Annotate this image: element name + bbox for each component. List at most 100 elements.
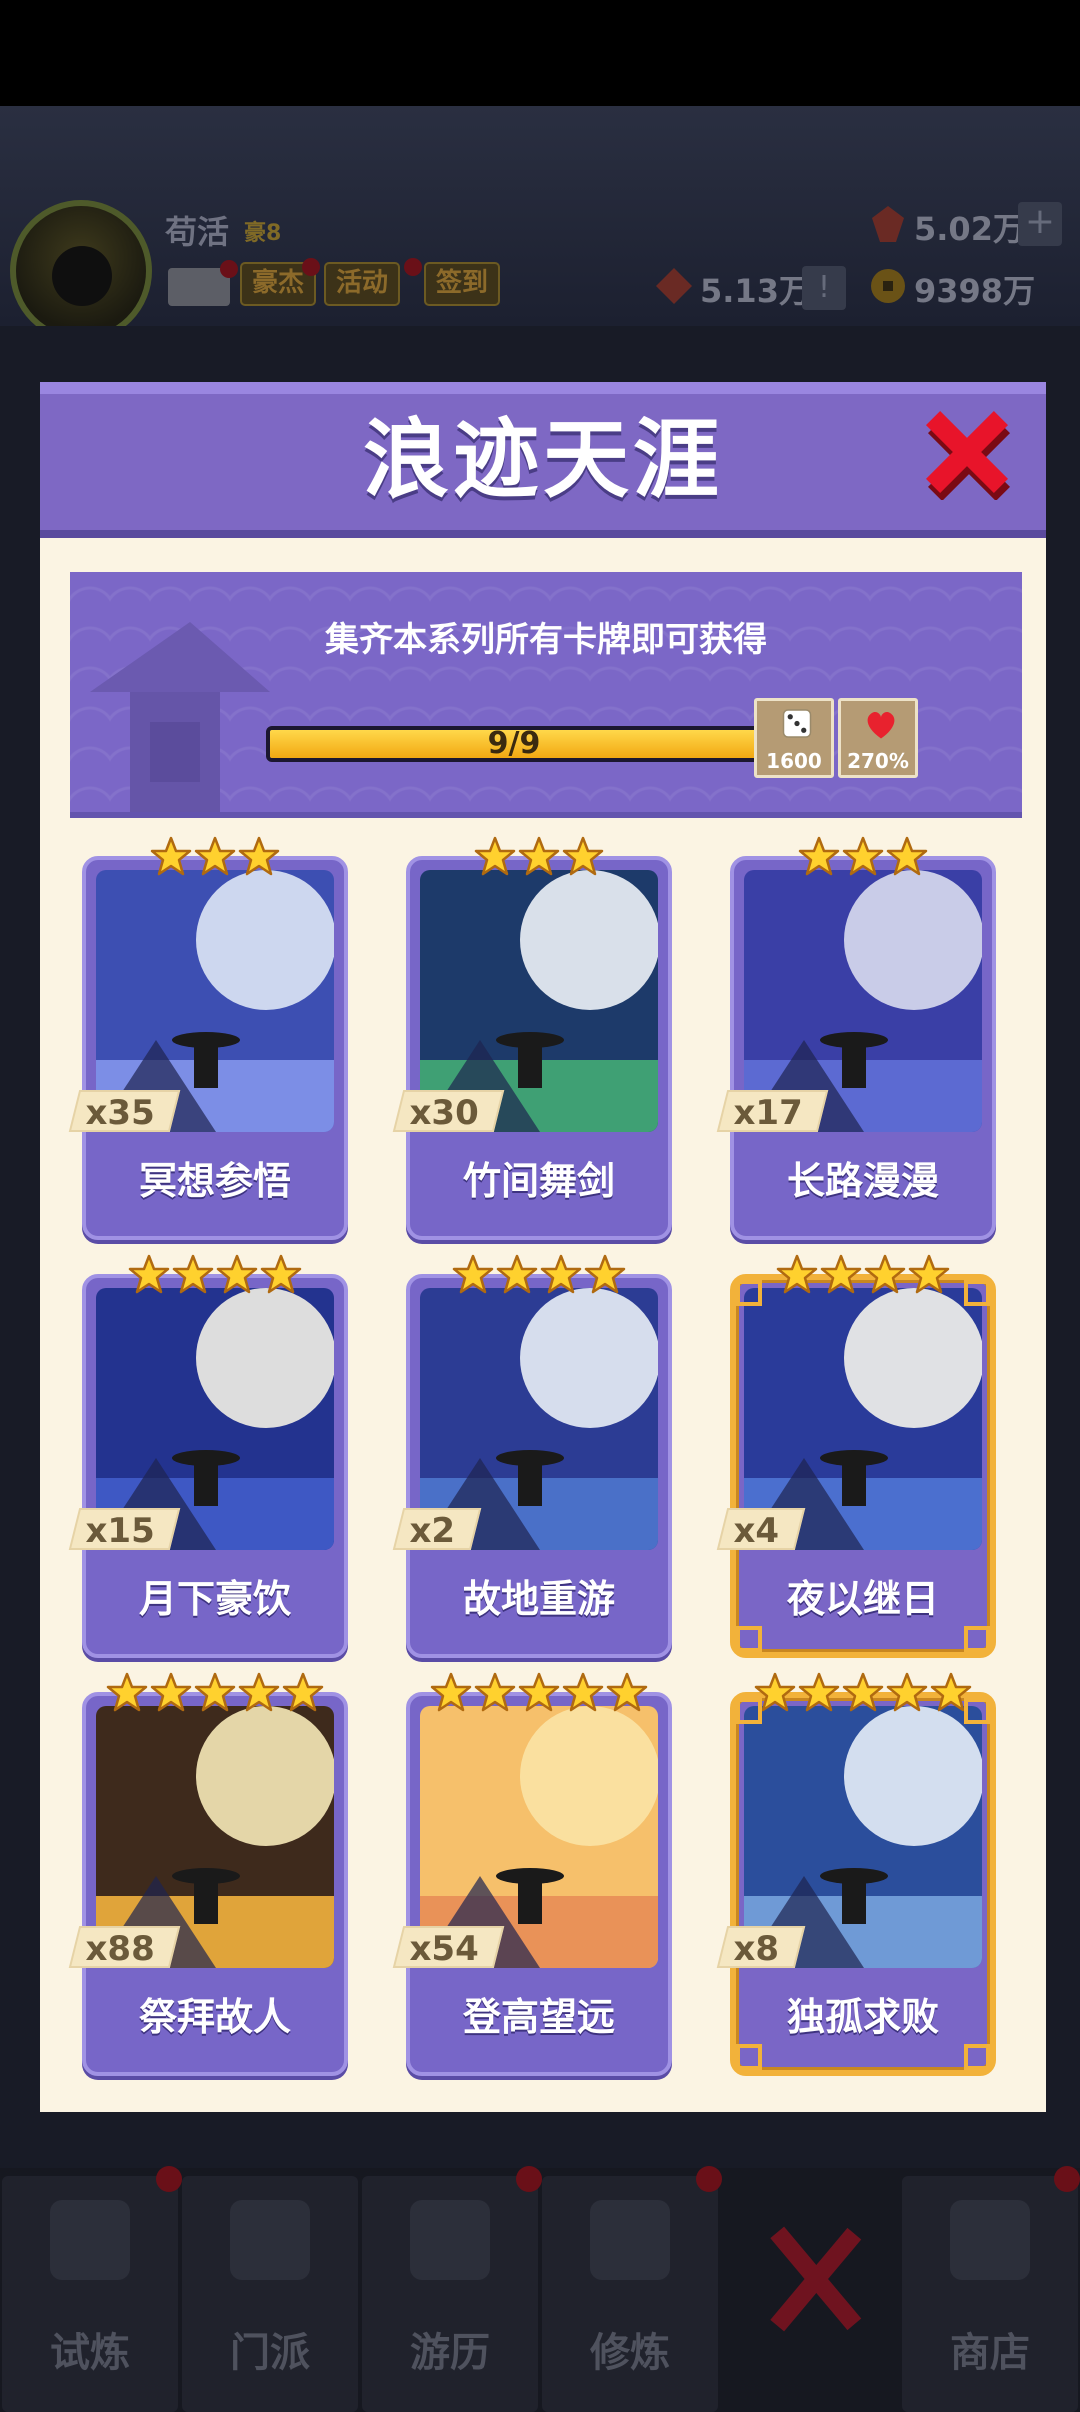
star-icon xyxy=(128,1254,170,1294)
collection-card[interactable]: x4 夜以继日 xyxy=(716,1254,996,1658)
nav-trial-label: 试炼 xyxy=(50,2330,130,2376)
mail-notification-dot xyxy=(220,260,238,278)
close-icon[interactable] xyxy=(922,410,1012,500)
card-count: x54 xyxy=(409,1929,479,1969)
star-icon xyxy=(150,836,192,876)
star-icon xyxy=(864,1254,906,1294)
card-count-badge: x4 xyxy=(716,1508,805,1551)
nav-cultivate[interactable]: 修炼 xyxy=(542,2176,718,2412)
events-button[interactable]: 活动 xyxy=(324,262,401,306)
card-count-badge: x2 xyxy=(392,1508,481,1551)
player-avatar[interactable] xyxy=(10,200,152,342)
card-count: x35 xyxy=(85,1093,155,1133)
set-reward-banner xyxy=(70,572,1022,818)
card-stars xyxy=(82,1672,348,1716)
card-count-badge: x8 xyxy=(716,1926,805,1969)
star-icon xyxy=(474,1672,516,1712)
card-count-badge: x35 xyxy=(68,1090,181,1133)
nav-shop-label: 商店 xyxy=(950,2330,1030,2376)
card-count: x15 xyxy=(85,1511,155,1551)
card-stars xyxy=(82,1254,348,1298)
card-stars xyxy=(82,836,348,880)
nav-trial[interactable]: 试炼 xyxy=(2,2176,178,2412)
card-name: 独孤求败 xyxy=(786,1995,939,2039)
star-icon xyxy=(496,1254,538,1294)
reward-heart-value: 270% xyxy=(847,749,909,773)
reward-dice[interactable]: 1600 xyxy=(754,698,834,778)
star-icon xyxy=(238,836,280,876)
card-stars xyxy=(406,836,672,880)
star-icon xyxy=(562,1672,604,1712)
card-count-badge: x88 xyxy=(68,1926,181,1969)
card-name: 故地重游 xyxy=(462,1577,615,1621)
star-icon xyxy=(474,836,516,876)
nav-trial-dot xyxy=(156,2166,182,2192)
gem-count: 5.02万 xyxy=(914,210,1025,248)
card-count-badge: x54 xyxy=(392,1926,505,1969)
card-name: 竹间舞剑 xyxy=(462,1159,615,1203)
card-count: x4 xyxy=(733,1511,780,1551)
star-icon xyxy=(908,1254,950,1294)
card-count-badge: x30 xyxy=(392,1090,505,1133)
card-count: x8 xyxy=(733,1929,780,1969)
card-count-badge: x17 xyxy=(716,1090,829,1133)
add-gems-button[interactable]: + xyxy=(1018,202,1062,246)
star-icon xyxy=(194,1672,236,1712)
star-icon xyxy=(430,1672,472,1712)
star-icon xyxy=(842,1672,884,1712)
star-icon xyxy=(798,836,840,876)
star-icon xyxy=(106,1672,148,1712)
star-icon xyxy=(886,836,928,876)
banner-description: 集齐本系列所有卡牌即可获得 xyxy=(325,620,767,660)
heroes-notification-dot xyxy=(302,258,320,276)
nav-close-icon[interactable] xyxy=(760,2214,870,2344)
nav-travel-dot xyxy=(516,2166,542,2192)
gold-corner-ornament xyxy=(964,1698,990,1724)
star-icon xyxy=(260,1254,302,1294)
checkin-button[interactable]: 签到 xyxy=(424,262,501,306)
reward-heart[interactable]: 270% xyxy=(838,698,918,778)
card-name: 冥想参悟 xyxy=(138,1159,291,1203)
nav-cultivate-label: 修炼 xyxy=(590,2330,670,2376)
gold-corner-ornament xyxy=(736,2044,762,2070)
card-count: x88 xyxy=(85,1929,155,1969)
collection-card[interactable]: x88 祭拜故人 xyxy=(68,1672,348,2076)
collection-card[interactable]: x8 独孤求败 xyxy=(716,1672,996,2076)
collection-card[interactable]: x30 竹间舞剑 xyxy=(392,836,672,1240)
star-icon xyxy=(584,1254,626,1294)
collection-card[interactable]: x54 登高望远 xyxy=(392,1672,672,2076)
gold-corner-ornament xyxy=(736,1280,762,1306)
collection-card[interactable]: x15 月下豪饮 xyxy=(68,1254,348,1658)
nav-sect-label: 门派 xyxy=(230,2330,310,2376)
star-icon xyxy=(820,1254,862,1294)
star-icon xyxy=(452,1254,494,1294)
star-icon xyxy=(172,1254,214,1294)
trial-icon xyxy=(50,2200,130,2280)
collection-card[interactable]: x2 故地重游 xyxy=(392,1254,672,1658)
card-count: x17 xyxy=(733,1093,803,1133)
star-icon xyxy=(150,1672,192,1712)
power-icon xyxy=(656,268,692,304)
avatar-face xyxy=(52,246,112,306)
star-icon xyxy=(842,836,884,876)
game-screen: 苟活 豪8 豪杰 活动 签到 5.02万 + 5.13万 ! 9398万 试炼 … xyxy=(0,0,1080,2412)
card-name: 长路漫漫 xyxy=(786,1159,939,1203)
star-icon xyxy=(886,1672,928,1712)
collection-card[interactable]: x17 长路漫漫 xyxy=(716,836,996,1240)
gold-corner-ornament xyxy=(736,1626,762,1652)
card-count: x2 xyxy=(409,1511,456,1551)
card-name: 夜以继日 xyxy=(786,1577,939,1621)
star-icon xyxy=(776,1254,818,1294)
status-bar xyxy=(0,0,1080,106)
power-info-button[interactable]: ! xyxy=(802,266,846,310)
card-stars xyxy=(406,1672,672,1716)
card-count: x30 xyxy=(409,1093,479,1133)
nav-travel[interactable]: 游历 xyxy=(362,2176,538,2412)
nav-sect[interactable]: 门派 xyxy=(182,2176,358,2412)
card-stars xyxy=(730,1254,996,1298)
collection-card[interactable]: x35 冥想参悟 xyxy=(68,836,348,1240)
sect-icon xyxy=(230,2200,310,2280)
nav-shop[interactable]: 商店 xyxy=(902,2176,1078,2412)
card-stars xyxy=(730,1672,996,1716)
coin-count: 9398万 xyxy=(914,272,1036,310)
